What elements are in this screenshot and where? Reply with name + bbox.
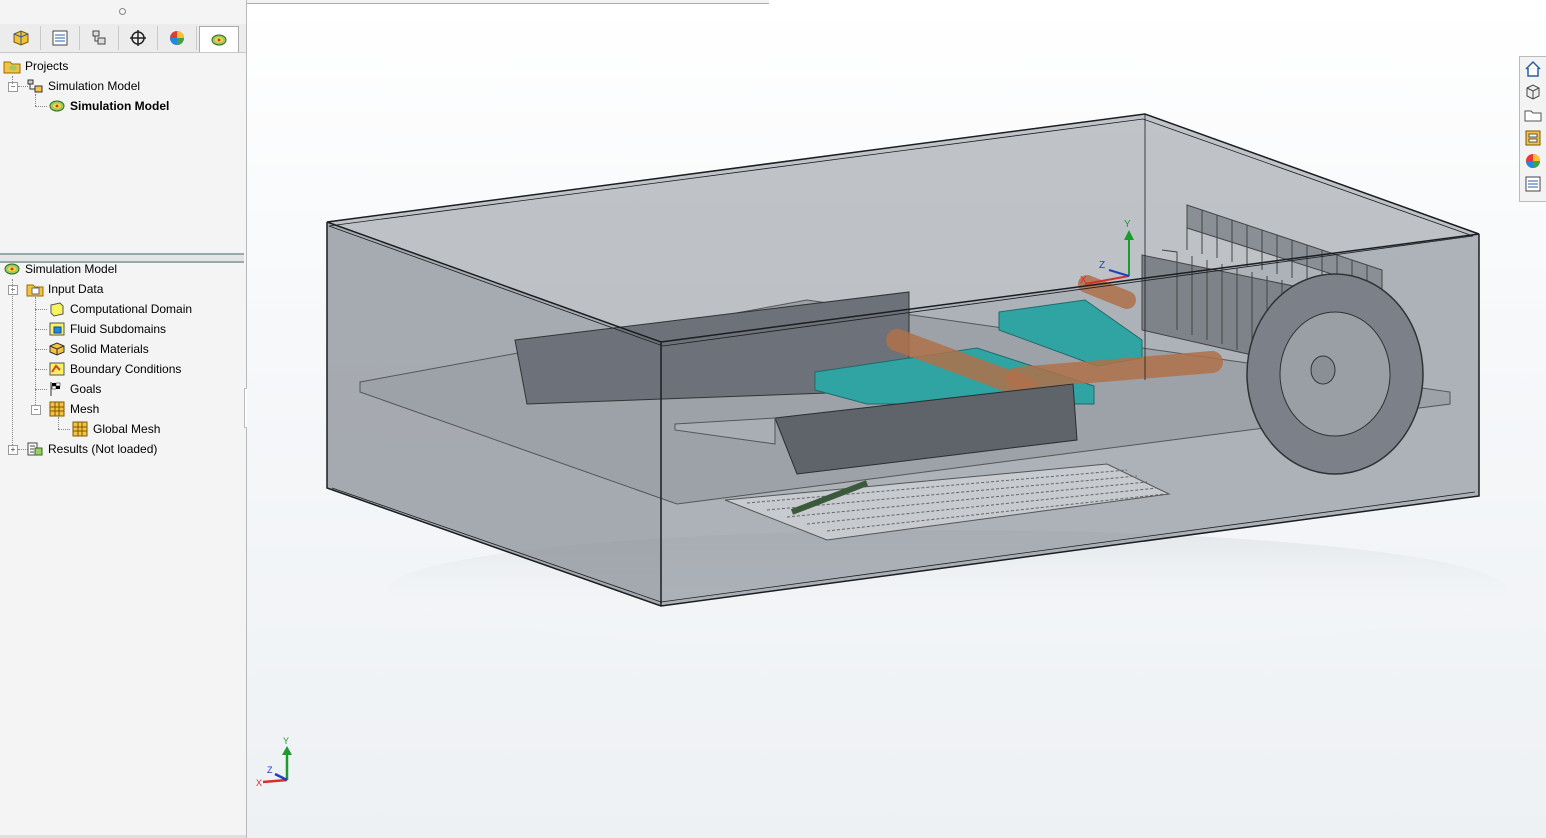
- global-mesh-icon: [72, 421, 88, 437]
- tab-configuration-manager[interactable]: [80, 26, 119, 50]
- home-icon: [1525, 60, 1541, 77]
- tree-item-mesh[interactable]: Mesh: [48, 399, 99, 419]
- results-toggle[interactable]: +: [8, 445, 18, 455]
- tree-item-results[interactable]: Results (Not loaded): [26, 439, 157, 459]
- model-render[interactable]: Y X Z Y X Z: [247, 0, 1546, 838]
- feature-manager-icon: [13, 30, 29, 46]
- tab-flow-simulation[interactable]: [199, 26, 239, 52]
- axis-z-label: Z: [267, 765, 273, 775]
- display-manager-icon: [170, 31, 184, 45]
- component-triad-z-label: Z: [1099, 260, 1105, 271]
- manager-tabstrip: [0, 24, 246, 53]
- tree-item-computational-domain[interactable]: Computational Domain: [48, 299, 192, 319]
- tree-item-fluid-subdomains-label: Fluid Subdomains: [70, 322, 167, 336]
- collapse-toggle[interactable]: −: [8, 82, 18, 92]
- input-data-folder-icon: [26, 284, 44, 297]
- tree-item-computational-domain-label: Computational Domain: [70, 302, 193, 316]
- tree-item-solid-materials[interactable]: Solid Materials: [48, 339, 149, 359]
- task-pane-view-palette[interactable]: [1523, 128, 1543, 148]
- 3d-views-icon: [1526, 84, 1540, 100]
- analysis-root-label: Simulation Model: [25, 262, 118, 276]
- task-pane-custom-properties[interactable]: [1523, 174, 1543, 194]
- task-pane-appearances[interactable]: [1523, 151, 1543, 171]
- fluid-subdomain-icon: [49, 322, 65, 336]
- solid-material-icon: [49, 342, 65, 356]
- analysis-tree: Simulation Model − Input Data Computatio…: [0, 259, 246, 479]
- boundary-condition-icon: [49, 362, 65, 376]
- flow-simulation-icon: [211, 34, 227, 45]
- tree-item-fluid-subdomains[interactable]: Fluid Subdomains: [48, 319, 166, 339]
- custom-properties-icon: [1525, 176, 1541, 192]
- graphics-viewport[interactable]: Y X Z Y X Z: [247, 0, 1546, 838]
- axis-y-label: Y: [283, 736, 289, 746]
- configuration-icon: [27, 79, 43, 93]
- view-palette-icon: [1525, 130, 1541, 146]
- configuration-manager-icon: [92, 30, 106, 45]
- task-pane-3d-views[interactable]: [1523, 82, 1543, 102]
- tree-item-mesh-label: Mesh: [70, 402, 100, 416]
- mesh-icon: [49, 401, 65, 417]
- task-pane-file-explorer[interactable]: [1523, 105, 1543, 125]
- domain-icon: [50, 302, 64, 317]
- appearances-icon: [1526, 154, 1540, 168]
- folder-icon: [1524, 110, 1542, 122]
- tab-display-manager[interactable]: [158, 26, 197, 50]
- component-triad-x-label: X: [1080, 275, 1087, 286]
- tree-item-global-mesh-label: Global Mesh: [93, 422, 161, 436]
- tree-item-solid-materials-label: Solid Materials: [70, 342, 149, 356]
- tree-item-input-data-label: Input Data: [48, 282, 104, 296]
- analysis-root[interactable]: Simulation Model: [3, 259, 117, 279]
- tree-item-configuration[interactable]: Simulation Model: [26, 76, 140, 96]
- tree-item-results-label: Results (Not loaded): [48, 442, 158, 456]
- projects-root-label: Projects: [25, 59, 69, 73]
- component-triad-y-label: Y: [1124, 219, 1131, 230]
- goals-flag-icon: [50, 382, 61, 396]
- fan: [1246, 273, 1424, 475]
- property-manager-icon: [52, 30, 68, 46]
- tree-item-configuration-label: Simulation Model: [48, 79, 141, 93]
- tree-item-boundary-conditions-label: Boundary Conditions: [70, 362, 182, 376]
- task-pane-home[interactable]: [1523, 59, 1543, 79]
- projects-tree: Projects − Simulation Model Simulation M…: [0, 56, 246, 246]
- left-panel: Projects − Simulation Model Simulation M…: [0, 0, 247, 838]
- projects-folder-icon: [3, 61, 21, 74]
- panel-grip[interactable]: [119, 8, 126, 15]
- tab-feature-manager[interactable]: [2, 26, 41, 50]
- mesh-toggle[interactable]: −: [31, 405, 41, 415]
- tree-item-goals[interactable]: Goals: [48, 379, 101, 399]
- view-orientation-triad: Y X Z: [256, 736, 292, 788]
- tree-item-global-mesh[interactable]: Global Mesh: [71, 419, 160, 439]
- tab-property-manager[interactable]: [41, 26, 80, 50]
- dimxpert-icon: [130, 30, 146, 46]
- tree-item-goals-label: Goals: [70, 382, 102, 396]
- task-pane-tabs: [1519, 56, 1546, 202]
- flow-simulation-root-icon: [4, 263, 20, 275]
- results-icon: [27, 442, 43, 456]
- tree-item-input-data[interactable]: Input Data: [26, 279, 103, 299]
- enclosure[interactable]: Y X Z: [326, 113, 1480, 607]
- projects-root[interactable]: Projects: [3, 56, 68, 76]
- tab-dimxpert[interactable]: [119, 26, 158, 50]
- input-data-toggle[interactable]: −: [8, 285, 18, 295]
- tree-item-boundary-conditions[interactable]: Boundary Conditions: [48, 359, 181, 379]
- axis-x-label: X: [256, 778, 262, 788]
- tree-item-active-project[interactable]: Simulation Model: [48, 96, 169, 116]
- tree-item-active-project-label: Simulation Model: [70, 99, 170, 113]
- flow-project-icon: [49, 100, 65, 112]
